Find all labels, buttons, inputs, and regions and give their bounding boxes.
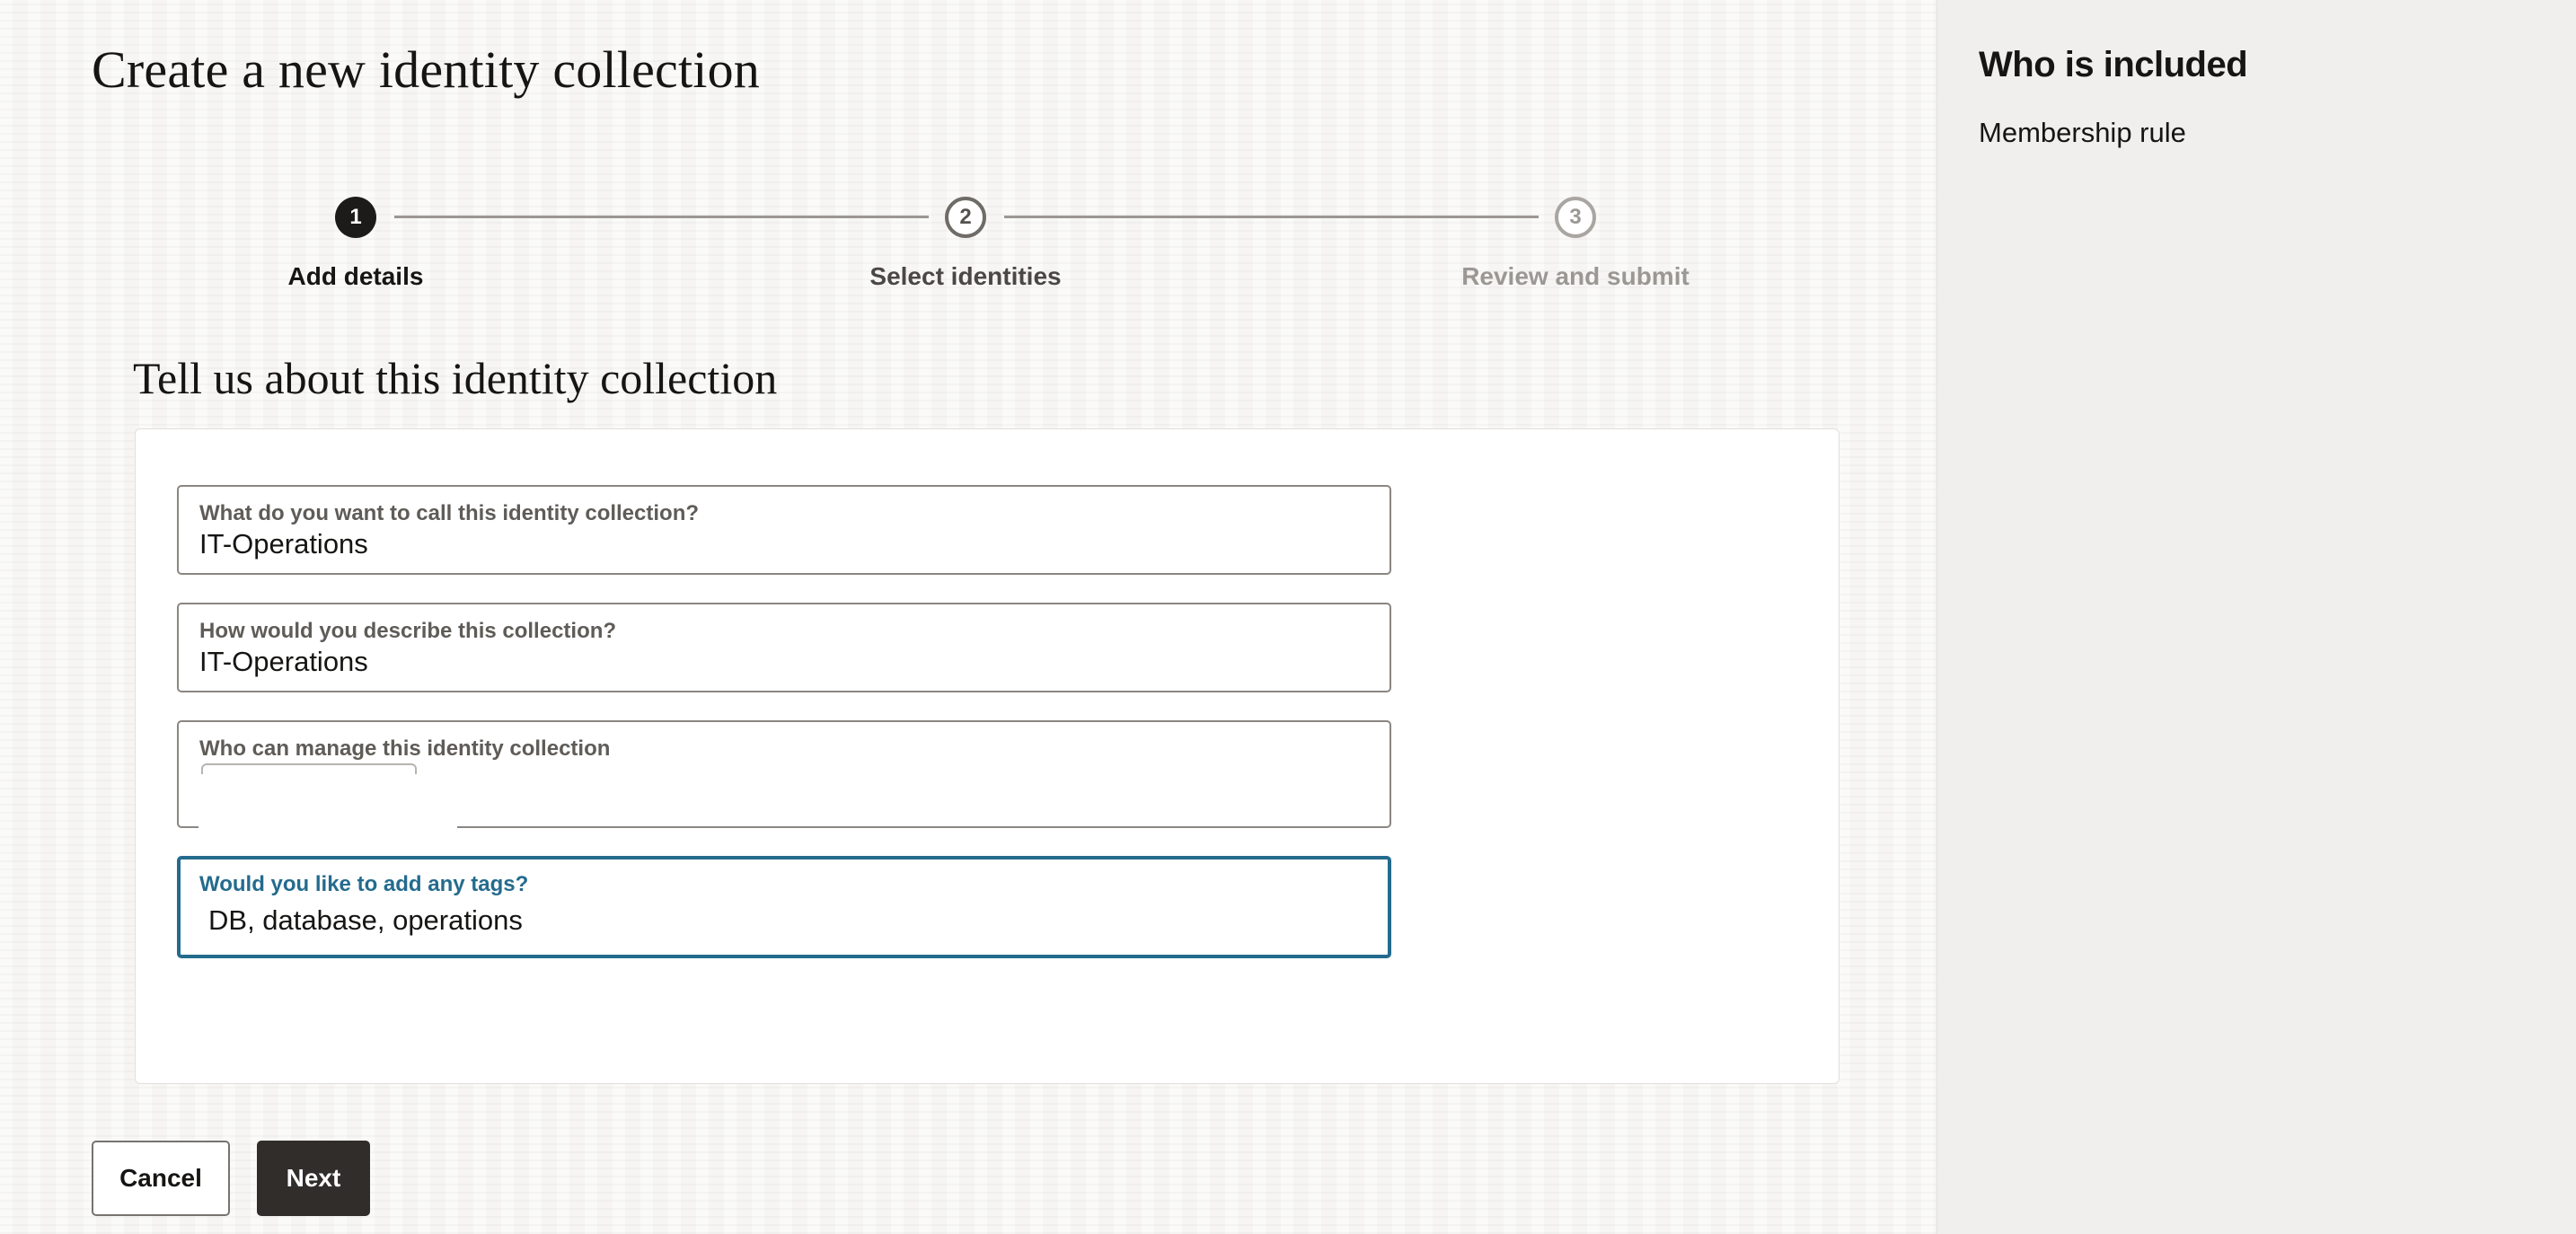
collection-description-value[interactable]: IT-Operations [199, 646, 368, 678]
tags-label: Would you like to add any tags? [199, 872, 529, 896]
tags-value[interactable]: DB, database, operations [208, 904, 523, 937]
step-2-label: Select identities [869, 262, 1062, 290]
section-title: Tell us about this identity collection [133, 353, 778, 403]
side-panel-subtitle: Membership rule [1979, 117, 2186, 148]
side-panel-title: Who is included [1979, 45, 2248, 84]
cancel-button[interactable]: Cancel [92, 1141, 230, 1216]
collection-name-value[interactable]: IT-Operations [199, 528, 368, 560]
main-content: Create a new identity collection 1 2 3 A… [0, 0, 1936, 1234]
next-button[interactable]: Next [257, 1141, 370, 1216]
step-3-label: Review and submit [1461, 262, 1689, 290]
tags-field[interactable]: Would you like to add any tags? DB, data… [177, 856, 1391, 958]
managers-label: Who can manage this identity collection [199, 736, 611, 761]
collection-description-field[interactable]: How would you describe this collection? … [177, 603, 1391, 692]
collection-name-label: What do you want to call this identity c… [199, 501, 700, 525]
managers-field[interactable]: Who can manage this identity collection [177, 720, 1391, 837]
page-title: Create a new identity collection [92, 40, 761, 99]
collection-name-field[interactable]: What do you want to call this identity c… [177, 485, 1391, 575]
stepper-connector-1-2 [394, 216, 929, 218]
step-3-indicator: 3 [1555, 197, 1596, 238]
step-2-indicator: 2 [945, 197, 986, 238]
step-1-indicator: 1 [335, 197, 376, 238]
managers-input-area[interactable] [198, 774, 457, 837]
side-panel: Who is included Membership rule [1936, 0, 2576, 1234]
step-1-label: Add details [287, 262, 424, 290]
stepper-connector-2-3 [1004, 216, 1539, 218]
collection-description-label: How would you describe this collection? [199, 619, 617, 643]
